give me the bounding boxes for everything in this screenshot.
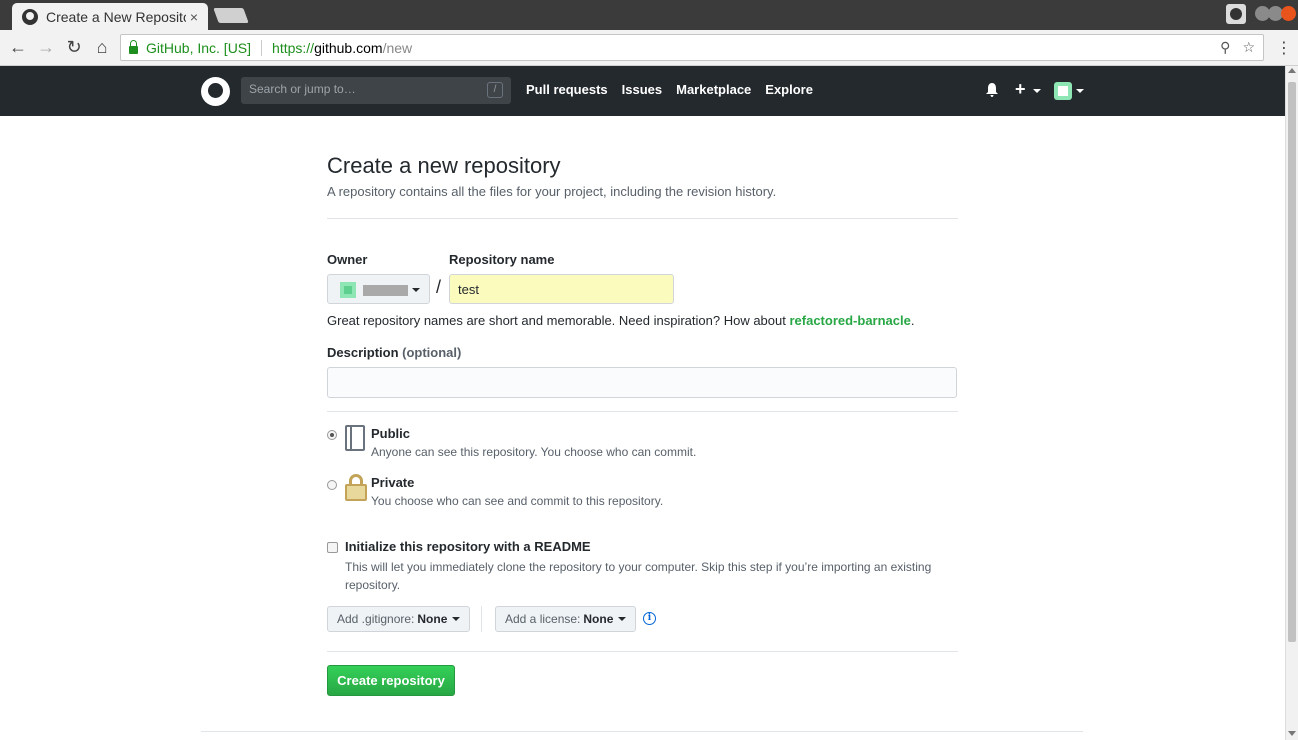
browser-tab[interactable]: Create a New Repository × — [12, 3, 208, 30]
nav-explore[interactable]: Explore — [765, 82, 813, 97]
readme-title: Initialize this repository with a README — [345, 539, 591, 554]
gitignore-value: None — [417, 612, 448, 626]
browser-menu-icon[interactable]: ⋮ — [1276, 38, 1292, 58]
tab-title: Create a New Repository — [46, 8, 186, 25]
repo-name-input[interactable] — [449, 274, 674, 304]
public-title: Public — [371, 426, 411, 441]
browser-tabstrip: Create a New Repository × — [0, 0, 1298, 30]
public-radio[interactable] — [327, 430, 337, 440]
license-select[interactable]: Add a license: None — [495, 606, 637, 632]
header-nav: Pull requests Issues Marketplace Explore — [526, 82, 813, 97]
divider — [327, 218, 958, 219]
description-optional: (optional) — [402, 345, 462, 360]
nav-marketplace[interactable]: Marketplace — [676, 82, 751, 97]
readme-description: This will let you immediately clone the … — [345, 560, 932, 592]
divider — [327, 411, 958, 412]
create-new-caret-icon[interactable] — [1033, 89, 1041, 93]
url-scheme: https:// — [272, 39, 315, 56]
github-header: Search or jump to… / Pull requests Issue… — [0, 66, 1285, 116]
license-value: None — [583, 612, 614, 626]
gitignore-caret-icon — [452, 617, 461, 621]
owner-avatar — [340, 282, 356, 298]
home-icon[interactable]: ⌂ — [91, 36, 113, 58]
browser-toolbar: ← → ↻ ⌂ GitHub, Inc. [US] https://github… — [0, 30, 1298, 66]
public-description: Anyone can see this repository. You choo… — [371, 445, 697, 459]
browser-profile-icon[interactable] — [1226, 4, 1246, 24]
private-radio[interactable] — [327, 480, 337, 490]
owner-caret-icon — [412, 288, 420, 292]
page-subtitle: A repository contains all the files for … — [327, 184, 777, 199]
secure-lock-icon — [129, 39, 138, 54]
bookmark-star-icon[interactable]: ☆ — [1242, 39, 1255, 56]
url-path: /new — [382, 39, 413, 56]
repo-name-hint: Great repository names are short and mem… — [327, 313, 914, 328]
owner-select[interactable] — [327, 274, 430, 304]
public-repo-icon — [345, 425, 365, 451]
select-separator — [481, 606, 482, 632]
back-icon[interactable]: ← — [7, 36, 29, 58]
zoom-icon[interactable]: ⚲ — [1220, 39, 1230, 56]
search-placeholder: Search or jump to… — [249, 82, 356, 96]
tab-close-icon[interactable]: × — [190, 9, 198, 25]
divider — [327, 651, 958, 652]
owner-label: Owner — [327, 252, 368, 267]
scroll-down-arrow-icon[interactable] — [1288, 731, 1296, 736]
user-menu-caret-icon[interactable] — [1076, 89, 1084, 93]
search-input[interactable]: Search or jump to… / — [241, 77, 511, 104]
nav-pull-requests[interactable]: Pull requests — [526, 82, 608, 97]
hint-text: Great repository names are short and mem… — [327, 313, 790, 328]
page-scrollbar[interactable] — [1285, 66, 1298, 740]
reload-icon[interactable]: ↻ — [63, 36, 85, 58]
owner-name-redacted — [363, 285, 408, 296]
create-new-plus-icon[interactable]: + — [1015, 79, 1026, 100]
slash-shortcut-key: / — [487, 82, 503, 98]
private-description: You choose who can see and commit to thi… — [371, 494, 664, 508]
gitignore-select[interactable]: Add .gitignore: None — [327, 606, 471, 632]
secure-site-label: GitHub, Inc. [US] — [146, 39, 252, 56]
new-tab-button[interactable] — [213, 8, 249, 23]
page-title: Create a new repository — [327, 153, 561, 178]
address-bar[interactable]: GitHub, Inc. [US] https://github.com/new… — [120, 34, 1264, 61]
private-title: Private — [371, 475, 415, 490]
scroll-thumb[interactable] — [1288, 82, 1296, 642]
address-separator — [261, 39, 263, 56]
gitignore-label: Add .gitignore: — [337, 612, 415, 626]
forward-icon[interactable]: → — [35, 36, 57, 58]
scroll-up-arrow-icon[interactable] — [1288, 68, 1296, 73]
url-host: github.com — [314, 39, 383, 56]
license-info-icon[interactable]: i — [643, 612, 656, 625]
hint-suggestion-link[interactable]: refactored-barnacle — [789, 313, 910, 328]
user-avatar[interactable] — [1054, 82, 1072, 100]
description-input[interactable] — [327, 367, 957, 398]
license-label: Add a license: — [505, 612, 581, 626]
readme-checkbox[interactable] — [327, 542, 338, 553]
notifications-bell-icon[interactable] — [986, 83, 998, 97]
repo-name-label: Repository name — [449, 252, 555, 267]
footer-divider — [201, 731, 1083, 732]
license-caret-icon — [618, 617, 627, 621]
private-lock-icon — [345, 474, 367, 501]
owner-repo-slash: / — [436, 277, 442, 297]
github-favicon-icon — [22, 8, 38, 25]
description-label-text: Description — [327, 345, 399, 360]
description-label: Description (optional) — [327, 345, 461, 360]
close-window-icon[interactable] — [1281, 6, 1296, 21]
hint-suffix: . — [910, 313, 915, 328]
github-logo-icon[interactable] — [201, 77, 230, 106]
nav-issues[interactable]: Issues — [622, 82, 662, 97]
create-repository-button[interactable]: Create repository — [327, 665, 455, 696]
